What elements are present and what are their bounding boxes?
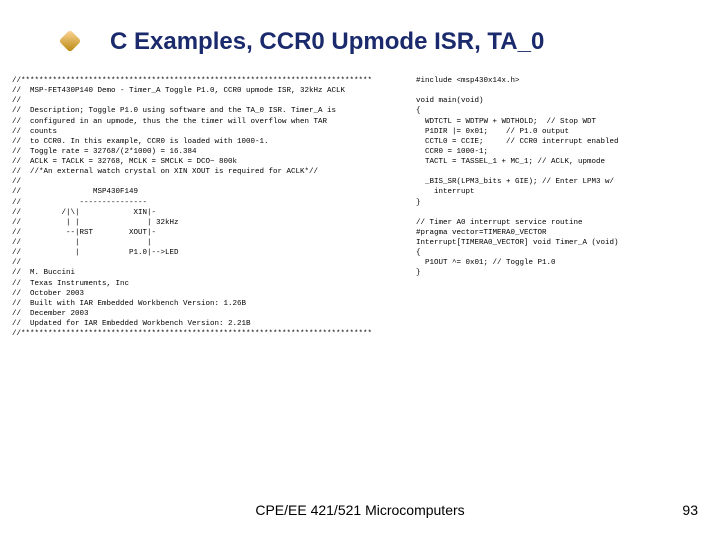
code-content: //**************************************… bbox=[12, 76, 708, 339]
right-code-block: #include <msp430x14x.h> void main(void) … bbox=[416, 76, 708, 339]
title-bullet-icon bbox=[59, 30, 82, 53]
left-code-block: //**************************************… bbox=[12, 76, 412, 339]
footer-course: CPE/EE 421/521 Microcomputers bbox=[0, 502, 720, 518]
footer-page-number: 93 bbox=[682, 502, 698, 518]
slide-title: C Examples, CCR0 Upmode ISR, TA_0 bbox=[110, 28, 544, 56]
